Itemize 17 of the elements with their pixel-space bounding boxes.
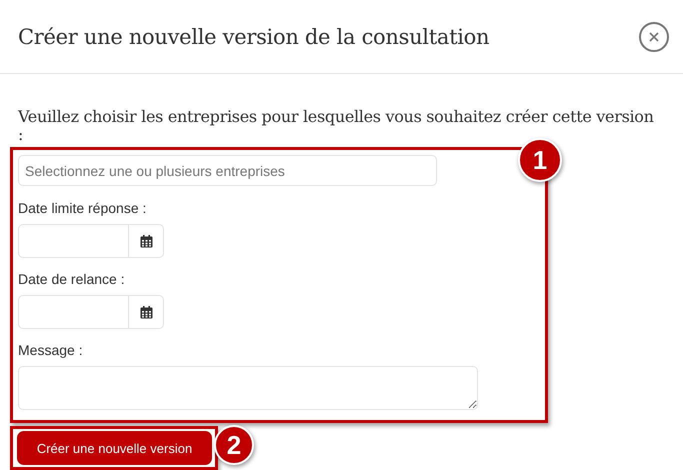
field-label: Date de relance : [18, 271, 126, 287]
close-button[interactable] [639, 22, 669, 52]
company-select-field[interactable]: Selectionnez une ou plusieurs entreprises [18, 155, 437, 186]
field-label: Message : [18, 342, 84, 358]
dialog-title: Créer une nouvelle version de la consultation [18, 24, 490, 48]
callout-badge: 1 [518, 138, 562, 182]
field-label: Date limite réponse : [18, 200, 148, 216]
calendar-icon [140, 234, 152, 248]
calendar-button[interactable] [129, 295, 164, 329]
create-version-button[interactable]: Créer une nouvelle version [17, 431, 212, 465]
calendar-button[interactable] [129, 224, 164, 258]
date-field[interactable] [18, 224, 129, 258]
date-field[interactable] [18, 295, 129, 329]
close-icon [649, 32, 659, 42]
calendar-icon [140, 306, 152, 318]
callout-badge: 2 [214, 425, 254, 465]
message-field[interactable] [18, 366, 478, 410]
